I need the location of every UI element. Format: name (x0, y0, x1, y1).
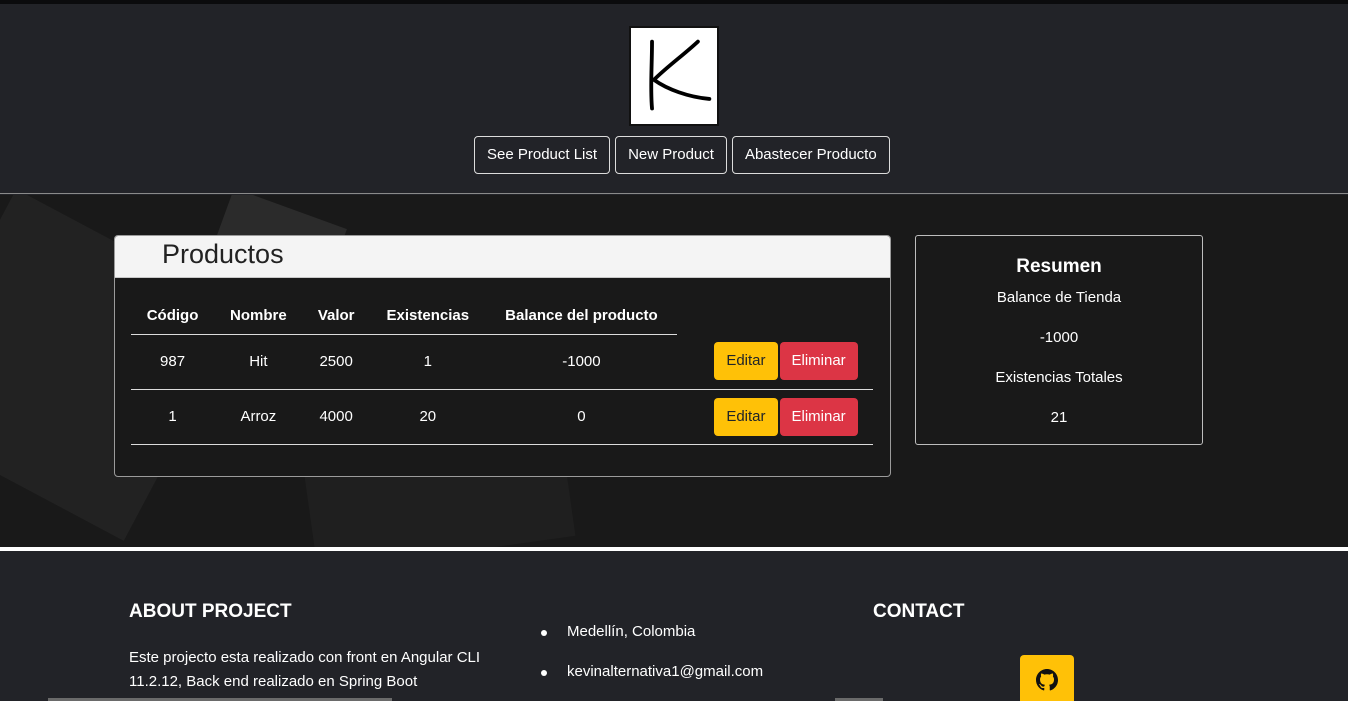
products-table: Código Nombre Valor Existencias Balance … (131, 298, 873, 445)
svg-text:K: K (631, 28, 632, 29)
cell-codigo: 1 (131, 389, 215, 445)
new-product-button[interactable]: New Product (615, 136, 727, 174)
cell-balance: -1000 (485, 334, 677, 390)
about-section: ABOUT PROJECT Este projecto esta realiza… (129, 601, 489, 694)
k-logo[interactable]: K (629, 26, 719, 126)
delete-button[interactable]: Eliminar (779, 397, 858, 436)
info-list: Medellín, Colombia kevinalternativa1@gma… (540, 623, 763, 701)
row-actions: Editar Eliminar (677, 389, 873, 445)
cell-valor: 2500 (302, 334, 370, 390)
cell-nombre: Arroz (214, 389, 303, 445)
abastecer-producto-button[interactable]: Abastecer Producto (731, 136, 890, 174)
cell-existencias: 1 (369, 334, 486, 390)
total-stock-value: 21 (1050, 409, 1068, 426)
main-nav: See Product List New Product Abastecer P… (474, 136, 890, 174)
cell-nombre: Hit (214, 334, 303, 390)
github-icon (1036, 669, 1058, 691)
table-header-row: Código Nombre Valor Existencias Balance … (131, 298, 873, 335)
actions-column-header (677, 298, 873, 334)
site-footer: ABOUT PROJECT Este projecto esta realiza… (0, 551, 1348, 701)
delete-button[interactable]: Eliminar (779, 342, 858, 381)
total-stock-label: Existencias Totales (995, 369, 1123, 386)
column-header: Código (131, 298, 215, 335)
cell-codigo: 987 (131, 334, 215, 390)
column-header: Valor (302, 298, 370, 335)
table-row: 1 Arroz 4000 20 0 Editar Eliminar (131, 389, 873, 445)
summary-card: Resumen Balance de Tienda -1000 Existenc… (915, 235, 1203, 445)
products-card: Productos Código Nombre Valor Existencia… (114, 235, 891, 477)
contact-section: CONTACT (873, 601, 964, 623)
products-title: Productos (162, 239, 284, 269)
cell-existencias: 20 (369, 389, 486, 445)
summary-title: Resumen (1016, 256, 1102, 277)
edit-button[interactable]: Editar (714, 397, 778, 436)
github-button[interactable] (1020, 655, 1074, 701)
store-balance-label: Balance de Tienda (996, 289, 1122, 306)
cell-balance: 0 (485, 389, 677, 445)
k-letter-icon: K (631, 28, 712, 111)
products-card-header: Productos (115, 236, 890, 278)
store-balance-value: -1000 (1039, 329, 1079, 346)
row-actions: Editar Eliminar (677, 334, 873, 390)
about-title: ABOUT PROJECT (129, 601, 292, 622)
see-product-list-button[interactable]: See Product List (474, 136, 611, 174)
column-header: Balance del producto (485, 298, 677, 335)
about-text: Este projecto esta realizado con front e… (129, 649, 481, 690)
main-content: Productos Código Nombre Valor Existencia… (0, 195, 1348, 547)
list-item-location: Medellín, Colombia (540, 623, 763, 663)
edit-button[interactable]: Editar (714, 342, 778, 381)
list-item-email[interactable]: kevinalternativa1@gmail.com (540, 663, 763, 701)
contact-title: CONTACT (873, 601, 965, 622)
column-header: Existencias (369, 298, 486, 335)
cell-valor: 4000 (302, 389, 370, 445)
site-header: K See Product List New Product Abastecer… (0, 4, 1348, 194)
table-row: 987 Hit 2500 1 -1000 Editar Eliminar (131, 334, 873, 390)
column-header: Nombre (214, 298, 303, 335)
